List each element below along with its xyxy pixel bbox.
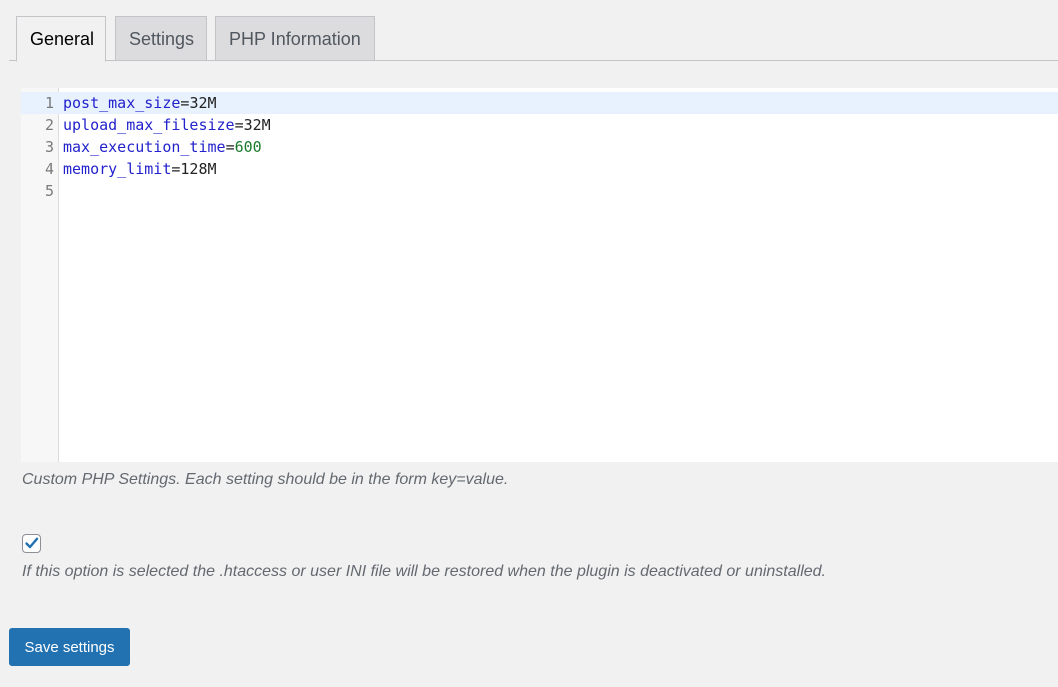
tab-bar: General Settings PHP Information <box>9 15 1058 62</box>
setting-key: max_execution_time <box>63 138 226 156</box>
editor-line[interactable]: 2 upload_max_filesize=32M <box>21 114 1058 136</box>
editor-description: Custom PHP Settings. Each setting should… <box>22 471 509 488</box>
line-code: max_execution_time=600 <box>63 136 262 158</box>
setting-key: post_max_size <box>63 94 181 112</box>
editor-line[interactable]: 5 <box>21 180 1058 202</box>
line-code: memory_limit=128M <box>63 158 217 180</box>
tab-settings[interactable]: Settings <box>115 16 207 61</box>
setting-value: 32M <box>243 116 271 134</box>
setting-value: 128M <box>180 160 217 178</box>
editor-line[interactable]: 1 post_max_size=32M <box>21 92 1058 114</box>
restore-on-deactivate-checkbox[interactable] <box>22 534 41 553</box>
checkmark-icon <box>25 537 39 549</box>
line-number: 5 <box>44 182 54 200</box>
restore-option-description: If this option is selected the .htaccess… <box>22 563 826 580</box>
editor-line[interactable]: 4 memory_limit=128M <box>21 158 1058 180</box>
setting-operator: = <box>234 116 244 134</box>
line-number: 1 <box>44 94 54 112</box>
tab-php-information[interactable]: PHP Information <box>215 16 375 61</box>
line-number: 3 <box>44 138 54 156</box>
settings-page: General Settings PHP Information 1 post_… <box>0 0 1058 687</box>
save-settings-button[interactable]: Save settings <box>9 628 130 666</box>
setting-operator: = <box>225 138 235 156</box>
tab-general[interactable]: General <box>16 16 106 62</box>
php-settings-editor[interactable]: 1 post_max_size=32M 2 upload_max_filesiz… <box>21 88 1058 462</box>
setting-key: upload_max_filesize <box>63 116 235 134</box>
setting-value: 600 <box>234 138 262 156</box>
line-code: post_max_size=32M <box>63 92 217 114</box>
setting-value: 32M <box>189 94 217 112</box>
line-number: 2 <box>44 116 54 134</box>
line-code: upload_max_filesize=32M <box>63 114 271 136</box>
editor-line[interactable]: 3 max_execution_time=600 <box>21 136 1058 158</box>
setting-key: memory_limit <box>63 160 172 178</box>
line-number: 4 <box>44 160 54 178</box>
